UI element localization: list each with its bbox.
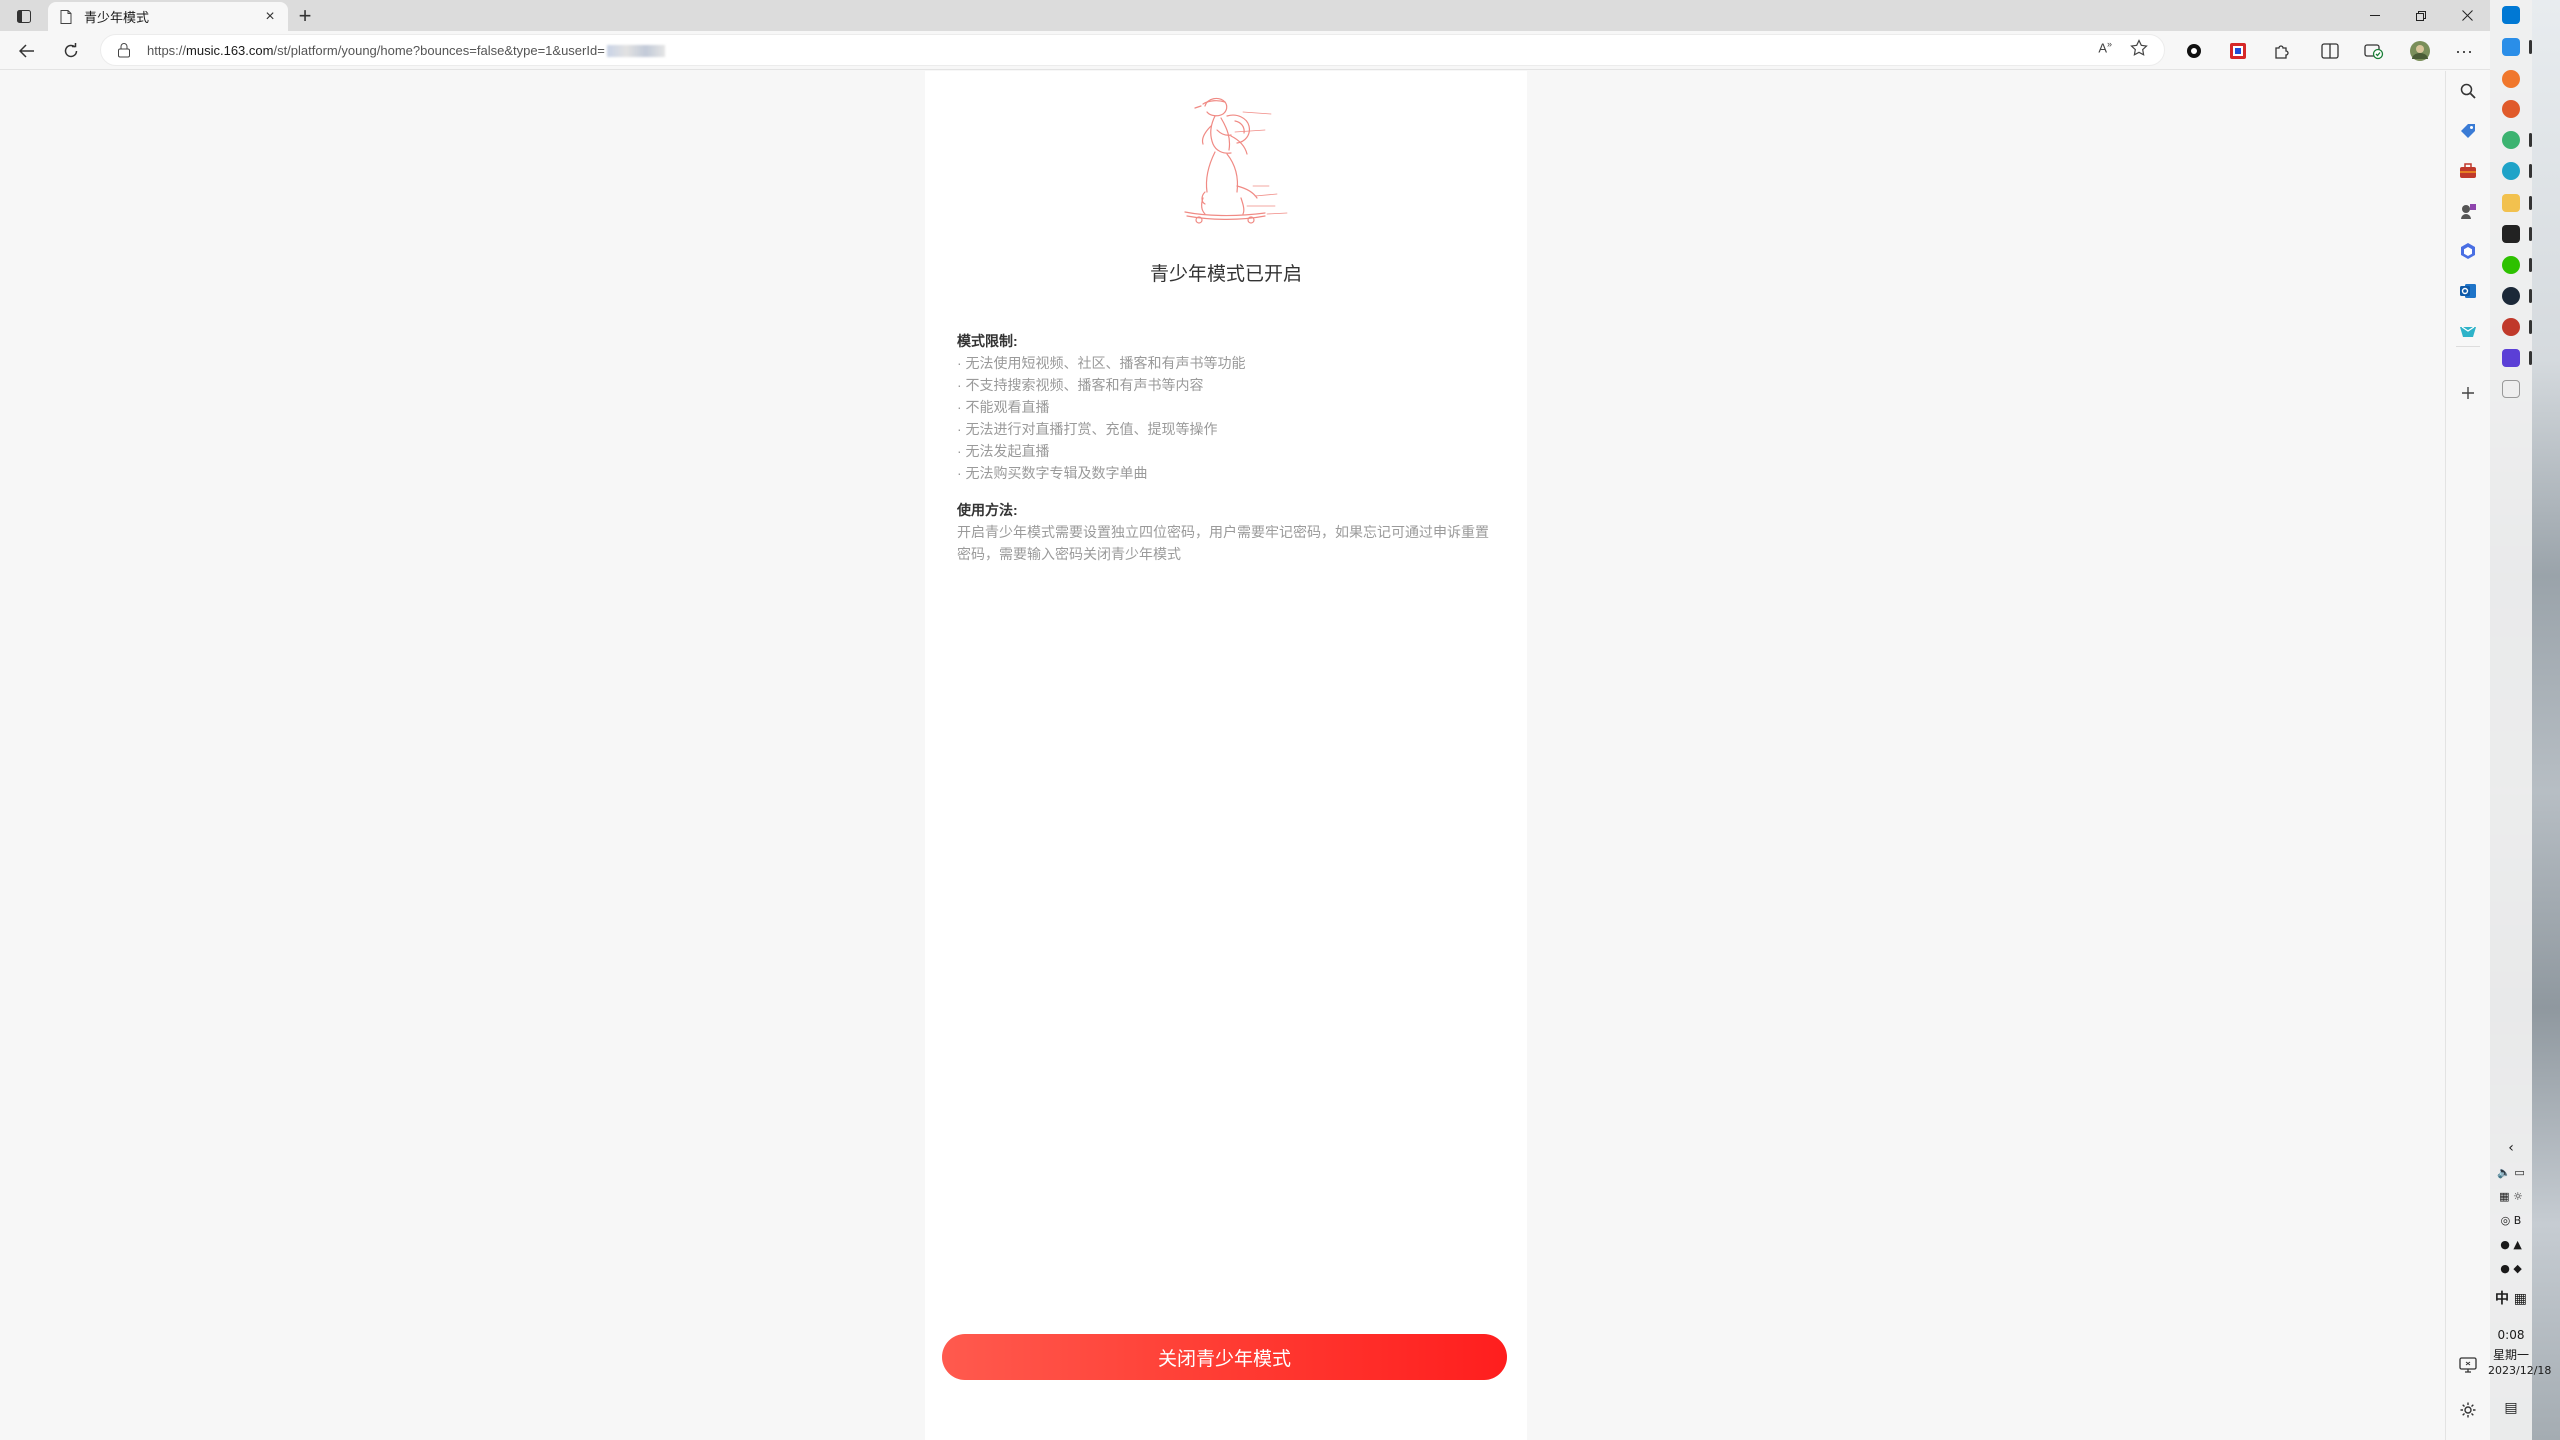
window-close-icon[interactable] bbox=[2444, 0, 2490, 31]
restore-icon[interactable] bbox=[2398, 0, 2444, 31]
favorite-star-icon[interactable] bbox=[2130, 39, 2148, 57]
running-indicator bbox=[2529, 227, 2532, 241]
running-indicator bbox=[2529, 320, 2532, 334]
profile-avatar-icon[interactable] bbox=[2408, 39, 2432, 63]
split-screen-icon[interactable] bbox=[2318, 39, 2342, 63]
minimize-icon[interactable] bbox=[2352, 0, 2398, 31]
tools-briefcase-icon[interactable] bbox=[2457, 160, 2479, 182]
tray-icons-row[interactable]: ● ◆ bbox=[2490, 1262, 2532, 1275]
ime-indicator[interactable]: 中 ▦ bbox=[2490, 1288, 2532, 1308]
tray-icons-row[interactable]: ◎ B bbox=[2490, 1214, 2532, 1227]
reload-icon[interactable] bbox=[57, 37, 85, 65]
tray-icons-row[interactable]: ▦ ☼ bbox=[2490, 1190, 2532, 1203]
extensions-puzzle-icon[interactable] bbox=[2270, 39, 2294, 63]
clock-date[interactable]: 2023/12/18 bbox=[2488, 1364, 2551, 1377]
tab-strip: 青少年模式 × + bbox=[0, 0, 2490, 31]
netease-music-icon[interactable] bbox=[2502, 318, 2520, 336]
restrictions-section: 模式限制: · 无法使用短视频、社区、播客和有声书等功能 · 不支持搜索视频、播… bbox=[957, 330, 1502, 484]
running-indicator bbox=[2529, 164, 2532, 178]
taskbar-strip: ‹ 🔈 ▭ ▦ ☼ ◎ B ● ▲ ● ◆ 中 ▦ 0:08 星期一 2023/… bbox=[2488, 0, 2551, 1440]
volume-network-icons[interactable]: 🔈 ▭ bbox=[2490, 1166, 2532, 1179]
restrictions-list: · 无法使用短视频、社区、播客和有声书等功能 · 不支持搜索视频、播客和有声书等… bbox=[957, 352, 1502, 484]
notification-icon[interactable]: ▤ bbox=[2490, 1400, 2532, 1416]
lock-icon[interactable] bbox=[117, 42, 133, 58]
tab-close-icon[interactable]: × bbox=[262, 8, 278, 25]
running-indicator bbox=[2529, 133, 2532, 147]
page-viewport: 青少年模式已开启 模式限制: · 无法使用短视频、社区、播客和有声书等功能 · … bbox=[0, 71, 2445, 1440]
page-title: 青少年模式已开启 bbox=[1149, 264, 1302, 285]
collections-icon[interactable] bbox=[2362, 39, 2386, 63]
list-item: · 不能观看直播 bbox=[957, 399, 1050, 415]
usage-text: 开启青少年模式需要设置独立四位密码，用户需要牢记密码，如果忘记可通过申诉重置密码… bbox=[957, 524, 1489, 562]
typora-icon[interactable] bbox=[2502, 380, 2520, 398]
shopping-tag-icon[interactable] bbox=[2457, 120, 2479, 142]
extension-red-icon[interactable] bbox=[2226, 39, 2250, 63]
edge-sidebar bbox=[2445, 71, 2490, 1440]
browser-toolbar: https://music.163.com/st/platform/young/… bbox=[0, 31, 2490, 70]
tab-actions-icon[interactable] bbox=[12, 5, 36, 27]
restrictions-heading: 模式限制: bbox=[957, 333, 1018, 349]
search-app-icon[interactable] bbox=[2502, 100, 2520, 118]
close-teen-mode-button[interactable]: 关闭青少年模式 bbox=[942, 1334, 1507, 1380]
terminal-icon[interactable] bbox=[2502, 225, 2520, 243]
drop-icon[interactable] bbox=[2457, 320, 2479, 342]
outlook-icon[interactable] bbox=[2457, 280, 2479, 302]
page-favicon-icon bbox=[58, 9, 74, 25]
browser-window: 青少年模式 × + https://music.163.com/st/platf… bbox=[0, 0, 2490, 1440]
url-text: https://music.163.com/st/platform/young/… bbox=[147, 43, 665, 58]
browser-tab-active[interactable]: 青少年模式 × bbox=[48, 2, 288, 31]
tab-title: 青少年模式 bbox=[84, 10, 150, 25]
firefox-icon[interactable] bbox=[2502, 70, 2520, 88]
list-item: · 不支持搜索视频、播客和有声书等内容 bbox=[957, 377, 1204, 393]
games-icon[interactable] bbox=[2457, 200, 2479, 222]
running-indicator bbox=[2529, 258, 2532, 272]
more-options-icon[interactable]: ··· bbox=[2452, 39, 2476, 63]
list-item: · 无法进行对直播打赏、充值、提现等操作 bbox=[957, 421, 1218, 437]
file-explorer-icon[interactable] bbox=[2502, 194, 2520, 212]
list-item: · 无法购买数字专辑及数字单曲 bbox=[957, 465, 1148, 481]
running-indicator bbox=[2529, 289, 2532, 303]
start-windows-icon[interactable] bbox=[2502, 6, 2520, 24]
redacted-user-id bbox=[606, 45, 665, 58]
list-item: · 无法使用短视频、社区、播客和有声书等功能 bbox=[957, 355, 1246, 371]
tray-overflow-icon[interactable]: ‹ bbox=[2490, 1140, 2532, 1156]
edge-icon[interactable] bbox=[2502, 162, 2520, 180]
running-indicator bbox=[2529, 40, 2532, 54]
usage-section: 使用方法: 开启青少年模式需要设置独立四位密码，用户需要牢记密码，如果忘记可通过… bbox=[957, 499, 1502, 565]
vscode-icon[interactable] bbox=[2502, 38, 2520, 56]
list-item: · 无法发起直播 bbox=[957, 443, 1050, 459]
skateboarder-illustration bbox=[1175, 86, 1305, 236]
search-icon[interactable] bbox=[2457, 80, 2479, 102]
hide-sidebar-icon[interactable] bbox=[2457, 1354, 2479, 1376]
running-indicator bbox=[2529, 196, 2532, 210]
add-sidebar-item-icon[interactable] bbox=[2457, 382, 2479, 404]
sidebar-settings-gear-icon[interactable] bbox=[2457, 1399, 2479, 1421]
tray-icons-row[interactable]: ● ▲ bbox=[2490, 1238, 2532, 1251]
new-tab-icon[interactable]: + bbox=[293, 3, 317, 28]
back-icon[interactable] bbox=[13, 37, 41, 65]
teen-mode-page: 青少年模式已开启 模式限制: · 无法使用短视频、社区、播客和有声书等功能 · … bbox=[925, 71, 1527, 1440]
steam-icon[interactable] bbox=[2502, 287, 2520, 305]
chrome-icon[interactable] bbox=[2502, 131, 2520, 149]
extension-circle-icon[interactable] bbox=[2182, 39, 2206, 63]
windows-taskbar: ‹ 🔈 ▭ ▦ ☼ ◎ B ● ▲ ● ◆ 中 ▦ 0:08 星期一 2023/… bbox=[2488, 0, 2560, 1440]
app-s-icon[interactable] bbox=[2502, 349, 2520, 367]
clock-weekday[interactable]: 星期一 bbox=[2490, 1346, 2532, 1363]
wechat-icon[interactable] bbox=[2502, 256, 2520, 274]
clock-time[interactable]: 0:08 bbox=[2490, 1328, 2532, 1342]
microsoft-365-icon[interactable] bbox=[2457, 240, 2479, 262]
running-indicator bbox=[2529, 351, 2532, 365]
sidebar-divider bbox=[2456, 346, 2480, 347]
usage-heading: 使用方法: bbox=[957, 502, 1018, 518]
address-bar[interactable]: https://music.163.com/st/platform/young/… bbox=[100, 34, 2165, 66]
read-aloud-icon[interactable]: A» bbox=[2098, 39, 2112, 57]
